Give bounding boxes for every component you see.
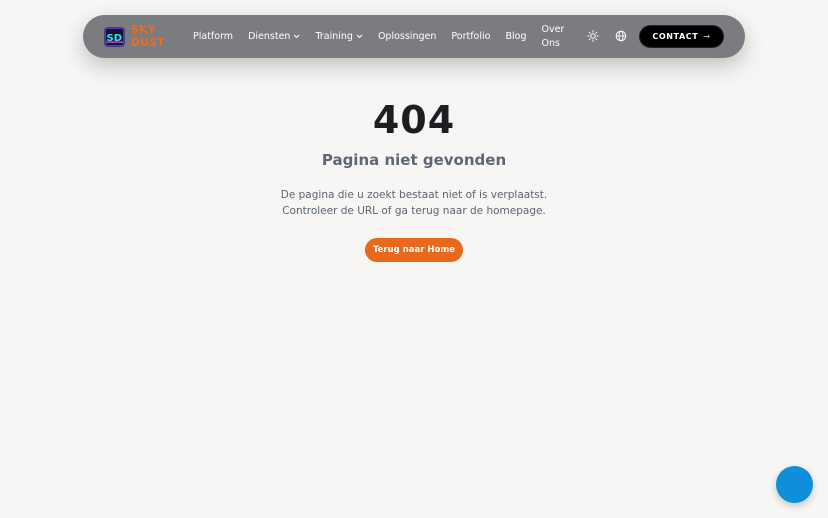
sun-icon bbox=[587, 27, 599, 46]
nav-item-label: Portfolio bbox=[451, 31, 491, 42]
theme-toggle-button[interactable] bbox=[586, 29, 600, 43]
chat-widget-button[interactable] bbox=[776, 466, 813, 503]
error-code: 404 bbox=[372, 98, 456, 142]
nav-item-label: Diensten bbox=[248, 31, 291, 42]
brand-logo[interactable]: SD SKY DUST bbox=[104, 24, 165, 50]
page: SD SKY DUST Platform Diensten Training O… bbox=[0, 0, 828, 518]
nav-item-portfolio[interactable]: Portfolio bbox=[451, 31, 490, 42]
nav-item-label: Over Ons bbox=[541, 23, 565, 49]
nav-item-over-ons[interactable]: Over Ons bbox=[541, 23, 567, 51]
error-description: De pagina die u zoekt bestaat niet of is… bbox=[0, 187, 828, 219]
brand-name-line2: DUST bbox=[131, 37, 165, 49]
nav-item-platform[interactable]: Platform bbox=[193, 31, 233, 42]
sd-logo-icon: SD bbox=[104, 27, 125, 47]
arrow-right-icon: → bbox=[703, 32, 711, 41]
nav-item-label: Oplossingen bbox=[377, 31, 437, 42]
brand-name-line1: SKY bbox=[131, 24, 156, 36]
error-title: Pagina niet gevonden bbox=[321, 151, 507, 169]
nav-item-label: Training bbox=[315, 31, 353, 42]
chevron-down-icon bbox=[293, 31, 300, 42]
chevron-down-icon bbox=[356, 31, 363, 42]
nav-item-diensten[interactable]: Diensten bbox=[248, 31, 300, 42]
nav-links: Platform Diensten Training Oplossingen P… bbox=[193, 15, 567, 58]
nav-item-training[interactable]: Training bbox=[315, 31, 363, 42]
back-home-button[interactable]: Terug naar Home bbox=[365, 238, 463, 262]
nav-item-blog[interactable]: Blog bbox=[505, 31, 526, 42]
error-description-line1: De pagina die u zoekt bestaat niet of is… bbox=[280, 189, 548, 201]
navbar: SD SKY DUST Platform Diensten Training O… bbox=[83, 15, 745, 58]
error-description-line2: Controleer de URL of ga terug naar de ho… bbox=[282, 205, 546, 217]
brand-name: SKY DUST bbox=[131, 24, 165, 50]
language-button[interactable] bbox=[614, 29, 628, 43]
back-home-button-label: Terug naar Home bbox=[373, 245, 455, 255]
nav-item-oplossingen[interactable]: Oplossingen bbox=[378, 31, 436, 42]
globe-icon bbox=[615, 27, 627, 46]
contact-button-label: CONTACT bbox=[652, 32, 699, 41]
nav-item-label: Blog bbox=[505, 31, 527, 42]
contact-button[interactable]: CONTACT → bbox=[639, 25, 724, 48]
nav-item-label: Platform bbox=[193, 31, 234, 42]
